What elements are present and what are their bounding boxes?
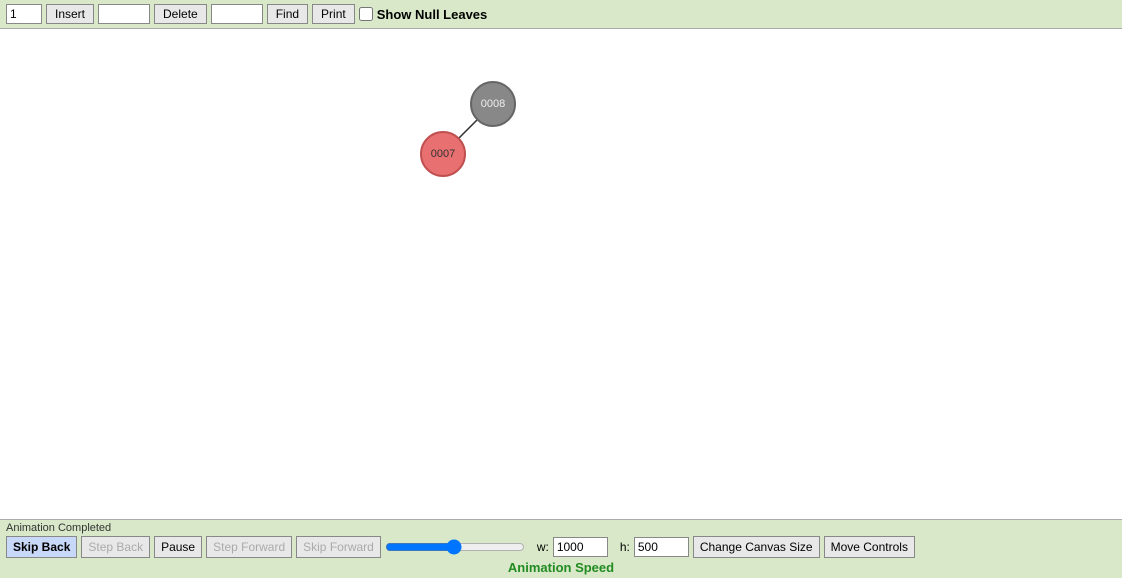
change-canvas-size-button[interactable]: Change Canvas Size: [693, 536, 820, 558]
show-null-leaves-text: Show Null Leaves: [377, 7, 488, 22]
status-text: Animation Completed: [6, 522, 1116, 536]
canvas-area: 0008 0007: [0, 29, 1122, 519]
canvas-h-input[interactable]: [634, 537, 689, 557]
bottom-controls: Skip Back Step Back Pause Step Forward S…: [6, 536, 1116, 560]
delete-input[interactable]: [98, 4, 150, 24]
move-controls-button[interactable]: Move Controls: [824, 536, 915, 558]
print-button[interactable]: Print: [312, 4, 355, 24]
status-bar: Animation Completed Skip Back Step Back …: [0, 519, 1122, 578]
skip-forward-button[interactable]: Skip Forward: [296, 536, 381, 558]
insert-button[interactable]: Insert: [46, 4, 94, 24]
svg-text:0008: 0008: [481, 98, 505, 110]
svg-text:0007: 0007: [431, 148, 455, 160]
speed-slider-container: [385, 538, 525, 556]
canvas-w-input[interactable]: [553, 537, 608, 557]
insert-input[interactable]: 1: [6, 4, 42, 24]
show-null-leaves-checkbox[interactable]: [359, 7, 373, 21]
pause-button[interactable]: Pause: [154, 536, 202, 558]
skip-back-button[interactable]: Skip Back: [6, 536, 77, 558]
step-forward-button[interactable]: Step Forward: [206, 536, 292, 558]
canvas-w-label: w:: [537, 540, 549, 554]
delete-button[interactable]: Delete: [154, 4, 207, 24]
toolbar: 1 Insert Delete Find Print Show Null Lea…: [0, 0, 1122, 29]
find-button[interactable]: Find: [267, 4, 308, 24]
find-input[interactable]: [211, 4, 263, 24]
step-back-button[interactable]: Step Back: [81, 536, 150, 558]
canvas-h-label: h:: [620, 540, 630, 554]
animation-speed-label: Animation Speed: [6, 560, 1116, 578]
show-null-leaves-label[interactable]: Show Null Leaves: [359, 7, 488, 22]
tree-svg: 0008 0007: [0, 29, 1122, 519]
speed-slider[interactable]: [385, 538, 525, 556]
